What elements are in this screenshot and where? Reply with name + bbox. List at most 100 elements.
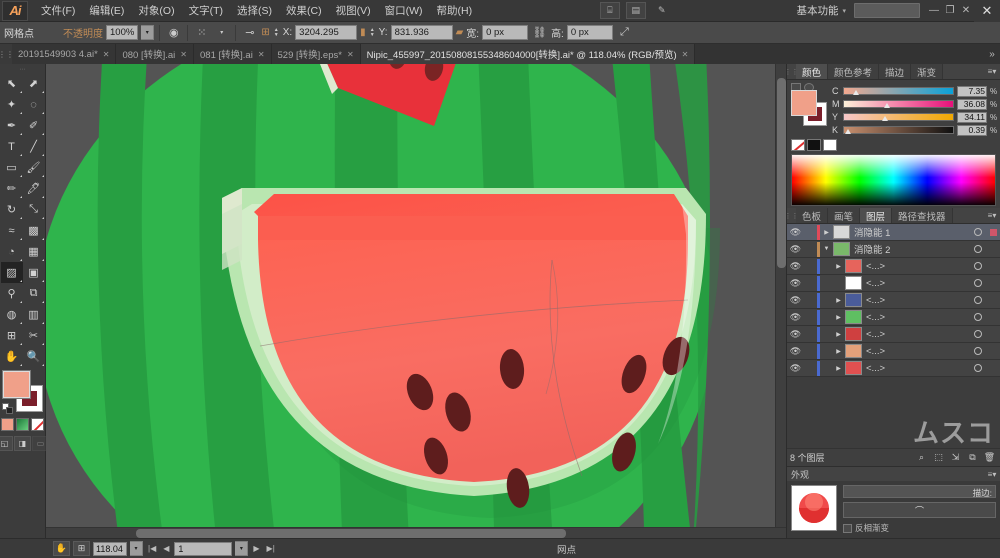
canvas-vertical-scrollbar[interactable] [775,64,786,538]
artboard-chevron-down-icon[interactable]: ▾ [235,541,248,556]
document-tab[interactable]: 529 [转换].eps*✕ [272,44,361,64]
create-sublayer-icon[interactable]: ⇲ [948,451,963,465]
restore-button[interactable]: ❐ [942,3,958,19]
layer-target-icon[interactable] [970,262,986,270]
vertical-scroll-thumb[interactable] [777,78,786,268]
hand-tool-status-icon[interactable]: ✋ [53,541,70,556]
width-input[interactable]: 0 px [482,25,528,40]
color-slider-knob[interactable] [882,113,888,123]
layer-expand-chevron-icon[interactable]: ▶ [832,348,845,355]
x-input[interactable]: 3204.295 [295,25,357,40]
layer-row[interactable]: 👁▶<...> [787,360,1000,377]
layers-panel-tab[interactable]: 画笔 [828,208,860,223]
menu-view[interactable]: 视图(V) [329,0,378,21]
layer-name-label[interactable]: <...> [866,346,970,357]
layer-visibility-eye-icon[interactable]: 👁 [787,363,804,374]
layer-target-icon[interactable] [970,364,986,372]
layer-expand-chevron-icon[interactable]: ▶ [832,297,845,304]
line-segment-tool[interactable]: ╱ [23,136,45,157]
none-fill-mode-icon[interactable] [31,418,44,431]
menu-object[interactable]: 对象(O) [131,0,181,21]
layer-name-label[interactable]: <...> [866,295,970,306]
layer-expand-chevron-icon[interactable]: ▶ [832,331,845,338]
tab-overflow-icon[interactable]: » [984,44,1000,64]
create-new-layer-icon[interactable]: ⧉ [965,451,980,465]
color-fill-mode-icon[interactable] [1,418,14,431]
layer-row[interactable]: 👁▶<...> [787,292,1000,309]
magic-wand-tool[interactable]: ✦ [1,94,23,115]
hand-tool[interactable]: ✋ [1,346,23,367]
zoom-level-input[interactable]: 118.04 [93,542,127,556]
layer-row[interactable]: 👁▶<...> [787,309,1000,326]
color-slider-value-input[interactable]: 34.11 [957,112,987,123]
color-slider-track[interactable] [843,113,954,121]
layer-name-label[interactable]: <...> [866,261,970,272]
close-icon[interactable]: ✕ [180,50,187,59]
layers-panel-tab[interactable]: 图层 [860,208,892,223]
layer-target-icon[interactable] [970,313,986,321]
layers-panel-tab[interactable]: 路径查找器 [892,208,953,223]
tools-panel-grip[interactable]: ⋯ [0,66,45,73]
layer-visibility-eye-icon[interactable]: 👁 [787,312,804,323]
gradient-fill-mode-icon[interactable] [16,418,29,431]
document-tab[interactable]: Nipic_455997_20150808155348604000[转换].ai… [361,44,696,64]
menu-effect[interactable]: 效果(C) [279,0,329,21]
invert-gradient-row[interactable]: 反相渐变 [843,522,996,534]
y-input[interactable]: 831.936 [391,25,453,40]
prev-artboard-button[interactable]: ◀ [161,544,171,553]
workspace-chevron-down-icon[interactable]: ▾ [842,7,846,15]
next-artboard-button[interactable]: ▶ [251,544,261,553]
canvas-area[interactable] [46,64,786,538]
layers-panel-grip[interactable]: ⋮⋮ [787,208,796,223]
color-panel-grip[interactable]: ⋮⋮ [787,64,796,79]
pencil-tool[interactable]: ✏ [1,178,23,199]
transform-icon[interactable]: ⊸ [241,25,258,41]
document-tab[interactable]: 081 [转换].ai✕ [194,44,272,64]
perspective-grid-tool[interactable]: ▦ [23,241,45,262]
color-slider-track[interactable] [843,100,954,108]
artboard-tool[interactable]: ⊞ [1,325,23,346]
opacity-input[interactable]: 100% [106,25,138,40]
appearance-preview-swatch[interactable] [791,485,837,531]
opacity-label[interactable]: 不透明度 [63,25,103,40]
layer-expand-chevron-icon[interactable]: ▶ [832,314,845,321]
align-chevron-down-icon[interactable]: ▾ [213,25,230,41]
arrange-documents-icon[interactable]: ▤ [626,2,646,19]
color-slider-value-input[interactable]: 36.08 [957,99,987,110]
y-stepper[interactable]: ▲▼ [369,25,376,40]
color-slider-track[interactable] [843,87,954,95]
color-slider-value-input[interactable]: 0.39 [957,125,987,136]
color-panel-tab[interactable]: 渐变 [911,64,943,79]
make-clipping-mask-icon[interactable]: ⬚ [931,451,946,465]
color-panel-tab[interactable]: 描边 [879,64,911,79]
white-color-icon[interactable] [823,139,837,151]
layer-expand-chevron-icon[interactable]: ▼ [820,246,833,252]
lasso-tool[interactable]: ◌ [23,94,45,115]
layer-name-label[interactable]: 消隐能 2 [854,242,970,256]
layer-name-label[interactable]: <...> [866,329,970,340]
color-fill-swatch[interactable] [791,90,817,116]
type-tool[interactable]: T [1,136,23,157]
color-panel-tab[interactable]: 颜色参考 [828,64,879,79]
tabbar-grip[interactable]: ⋮⋮ [0,44,12,64]
align-icon[interactable]: ⁙ [193,25,210,41]
invert-gradient-checkbox[interactable] [843,524,852,533]
layer-name-label[interactable]: <...> [866,278,970,289]
height-input[interactable]: 0 px [567,25,613,40]
appearance-opacity-field[interactable]: 描边: [843,485,996,498]
horizontal-scroll-thumb[interactable] [136,529,566,538]
locate-object-icon[interactable]: ⌕ [914,451,929,465]
layer-row[interactable]: 👁▶消隐能 1 [787,224,1000,241]
artboard-number-input[interactable]: 1 [174,542,232,556]
layer-expand-chevron-icon[interactable]: ▶ [820,229,833,236]
search-input[interactable] [854,3,920,18]
layer-target-icon[interactable] [970,279,986,287]
none-color-icon[interactable] [791,139,805,151]
menu-type[interactable]: 文字(T) [182,0,230,21]
minimize-button[interactable]: — [926,3,942,19]
document-tab[interactable]: 080 [转换].ai✕ [116,44,194,64]
layer-expand-chevron-icon[interactable]: ▶ [832,263,845,270]
delete-layer-icon[interactable]: 🗑 [982,451,997,465]
menu-help[interactable]: 帮助(H) [430,0,480,21]
layer-row[interactable]: 👁▶<...> [787,343,1000,360]
